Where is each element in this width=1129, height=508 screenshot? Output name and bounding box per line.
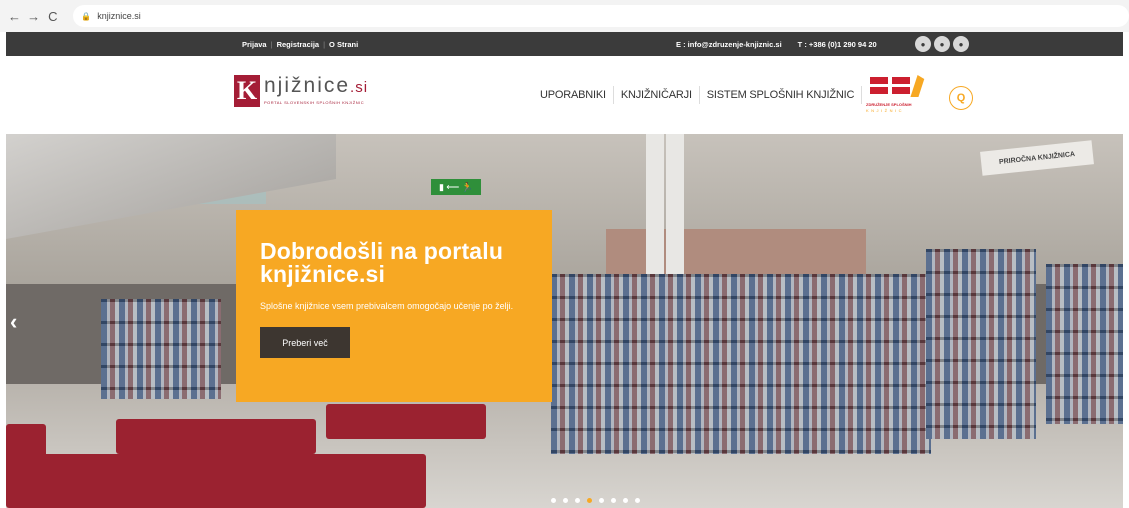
partner-logo-line1: ZDRUŽENJE SPLOŠNIH xyxy=(866,102,912,107)
address-bar[interactable]: 🔒 knjiznice.si xyxy=(73,5,1129,27)
background-bench xyxy=(6,454,426,508)
background-bookshelf xyxy=(551,274,931,454)
nav-divider xyxy=(861,86,863,104)
logo-name: njižnice.si xyxy=(264,75,368,99)
logo-name-text: njižnice xyxy=(264,74,351,97)
background-bookshelf xyxy=(101,299,221,399)
reload-icon[interactable]: C xyxy=(44,7,61,25)
logo-text: njižnice.si PORTAL SLOVENSKIH SPLOŠNIH K… xyxy=(264,75,368,106)
hero-slider: ▮ ⟵ 🏃 PRIROČNA KNJIŽNICA Dobrodošli na p… xyxy=(6,134,1123,508)
slider-dot[interactable] xyxy=(635,498,640,503)
email-link[interactable]: E : info@zdruzenje-knjiznic.si xyxy=(676,40,782,49)
social-icon-2[interactable]: ● xyxy=(934,36,950,52)
contact-info: E : info@zdruzenje-knjiznic.si T : +386 … xyxy=(676,32,877,56)
slider-dot[interactable] xyxy=(623,498,628,503)
phone-text: T : +386 (0)1 290 94 20 xyxy=(797,39,877,49)
logo-suffix: .si xyxy=(350,79,369,96)
search-icon[interactable]: Q xyxy=(949,86,973,110)
nav-item-librarians[interactable]: KNJIŽNIČARJI xyxy=(614,89,699,101)
slider-pagination xyxy=(551,498,647,503)
nav-item-users[interactable]: UPORABNIKI xyxy=(540,89,613,101)
slider-dot-active[interactable] xyxy=(587,498,592,503)
browser-toolbar: ← → C 🔒 knjiznice.si xyxy=(0,0,1129,32)
top-bar: Prijava | Registracija | O Strani E : in… xyxy=(6,32,1123,56)
chevron-left-icon[interactable]: ‹ xyxy=(10,309,17,335)
hero-title: Dobrodošli na portalu knjižnice.si xyxy=(260,238,504,287)
partner-logo-mark xyxy=(910,75,932,97)
social-icon-1[interactable]: ● xyxy=(915,36,931,52)
lock-icon: 🔒 xyxy=(81,11,92,21)
background-bench xyxy=(326,404,486,439)
partner-logo-line2: KNJIŽNIC xyxy=(866,108,904,113)
partner-logo[interactable]: ZDRUŽENJE SPLOŠNIH KNJIŽNIC xyxy=(866,75,932,115)
slider-dot[interactable] xyxy=(611,498,616,503)
slider-dot[interactable] xyxy=(563,498,568,503)
background-bookshelf xyxy=(926,249,1036,439)
site-header: K njižnice.si PORTAL SLOVENSKIH SPLOŠNIH… xyxy=(6,56,1123,134)
nav-item-library-system[interactable]: SISTEM SPLOŠNIH KNJIŽNIC xyxy=(700,89,861,101)
forward-icon[interactable]: → xyxy=(25,7,42,25)
hero-caption-box: Dobrodošli na portalu knjižnice.si Sploš… xyxy=(236,210,552,402)
background-bookshelf xyxy=(1046,264,1123,424)
background-bench xyxy=(116,419,316,454)
account-links: Prijava | Registracija | O Strani xyxy=(242,32,358,56)
logo-letter: K xyxy=(234,75,260,107)
about-link[interactable]: O Strani xyxy=(329,40,358,49)
register-link[interactable]: Registracija xyxy=(277,40,320,49)
social-icon-3[interactable]: ● xyxy=(953,36,969,52)
back-icon[interactable]: ← xyxy=(6,7,23,25)
site-logo[interactable]: K njižnice.si PORTAL SLOVENSKIH SPLOŠNIH… xyxy=(234,75,368,107)
read-more-button[interactable]: Preberi več xyxy=(260,327,350,358)
logo-tagline: PORTAL SLOVENSKIH SPLOŠNIH KNJIŽNIC xyxy=(264,100,365,105)
main-navigation: UPORABNIKI KNJIŽNIČARJI SISTEM SPLOŠNIH … xyxy=(540,86,863,104)
separator: | xyxy=(323,39,326,49)
slider-dot[interactable] xyxy=(575,498,580,503)
url-text: knjiznice.si xyxy=(97,11,141,21)
slider-dot[interactable] xyxy=(599,498,604,503)
login-link[interactable]: Prijava xyxy=(242,40,267,49)
separator: | xyxy=(270,39,273,49)
slider-dot[interactable] xyxy=(551,498,556,503)
exit-sign: ▮ ⟵ 🏃 xyxy=(431,179,481,195)
hero-text: Splošne knjižnice vsem prebivalcem omogo… xyxy=(260,301,514,311)
social-links: ● ● ● xyxy=(915,36,972,52)
